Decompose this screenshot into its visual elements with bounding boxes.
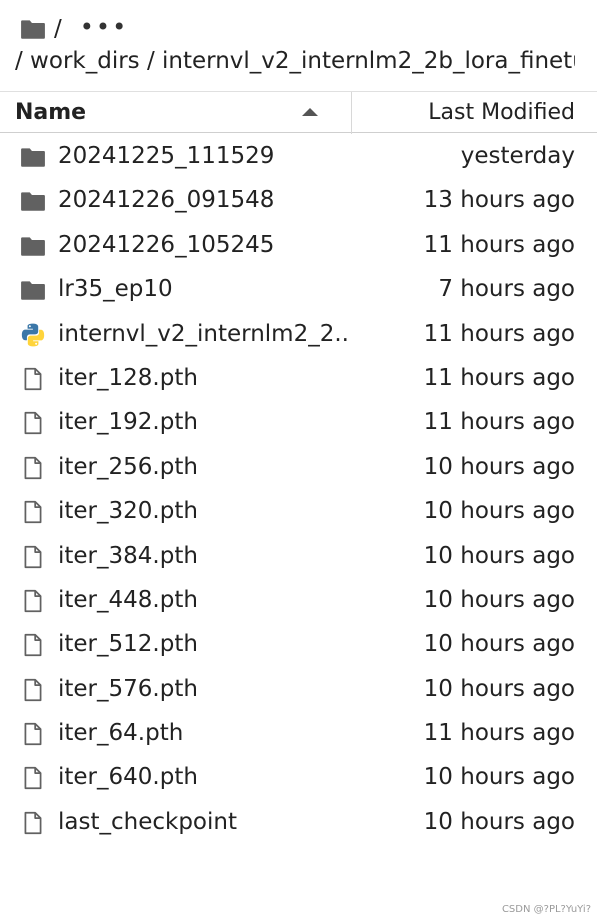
file-name: iter_640.pth [58, 764, 198, 791]
column-divider[interactable] [351, 92, 352, 134]
file-name: iter_320.pth [58, 498, 198, 525]
file-last-modified: 7 hours ago [438, 276, 575, 303]
file-last-modified: yesterday [460, 143, 575, 169]
file-last-modified: 10 hours ago [423, 453, 575, 480]
file-last-modified: 11 hours ago [423, 409, 575, 436]
python-file-icon [20, 322, 46, 348]
file-last-modified: 10 hours ago [423, 631, 575, 658]
file-name: iter_128.pth [58, 364, 198, 391]
file-row[interactable]: iter_448.pth 10 hours ago [0, 578, 597, 622]
file-last-modified: 10 hours ago [423, 808, 575, 835]
file-row[interactable]: iter_512.pth 10 hours ago [0, 622, 597, 666]
file-icon [20, 410, 46, 436]
file-name: iter_448.pth [58, 586, 198, 613]
file-name: lr35_ep10 [58, 276, 173, 303]
folder-icon[interactable] [20, 18, 46, 40]
file-icon [20, 765, 46, 791]
file-row[interactable]: iter_192.pth 11 hours ago [0, 400, 597, 444]
folder-icon [20, 144, 46, 170]
breadcrumb-bar: / ••• [20, 12, 128, 46]
folder-row[interactable]: 20241226_091548 13 hours ago [0, 178, 597, 222]
file-last-modified: 10 hours ago [423, 542, 575, 569]
file-last-modified: 13 hours ago [423, 187, 575, 214]
file-last-modified: 10 hours ago [423, 675, 575, 702]
file-name: 20241226_091548 [58, 187, 275, 214]
file-name: 20241225_111529 [58, 143, 275, 169]
file-name: iter_576.pth [58, 675, 198, 702]
file-row[interactable]: iter_576.pth 10 hours ago [0, 667, 597, 711]
file-row[interactable]: iter_320.pth 10 hours ago [0, 489, 597, 533]
file-last-modified: 10 hours ago [423, 498, 575, 525]
file-row[interactable]: iter_256.pth 10 hours ago [0, 445, 597, 489]
file-row[interactable]: iter_64.pth 11 hours ago [0, 711, 597, 755]
file-icon [20, 544, 46, 570]
file-last-modified: 11 hours ago [423, 320, 575, 347]
file-list-header: Name Last Modified [0, 91, 597, 134]
file-last-modified: 11 hours ago [423, 231, 575, 258]
folder-icon [20, 277, 46, 303]
file-icon [20, 721, 46, 747]
file-last-modified: 10 hours ago [423, 586, 575, 613]
breadcrumb-more-button[interactable]: ••• [80, 15, 128, 39]
file-name: iter_192.pth [58, 409, 198, 436]
file-row[interactable]: iter_640.pth 10 hours ago [0, 755, 597, 799]
file-icon [20, 366, 46, 392]
folder-row[interactable]: 20241225_111529 yesterday [0, 134, 597, 178]
folder-row[interactable]: 20241226_105245 11 hours ago [0, 223, 597, 267]
breadcrumb-path[interactable]: / work_dirs / internvl_v2_internlm2_2b_l… [15, 44, 575, 78]
file-icon [20, 677, 46, 703]
watermark: CSDN @?PL?YuYi? [501, 904, 591, 915]
file-last-modified: 11 hours ago [423, 720, 575, 747]
file-icon [20, 588, 46, 614]
file-name: iter_64.pth [58, 720, 184, 747]
file-last-modified: 11 hours ago [423, 364, 575, 391]
folder-row[interactable]: lr35_ep10 7 hours ago [0, 267, 597, 311]
file-name: internvl_v2_internlm2_2... [58, 320, 348, 347]
file-icon [20, 499, 46, 525]
file-row[interactable]: internvl_v2_internlm2_2... 11 hours ago [0, 312, 597, 356]
column-header-name[interactable]: Name [15, 92, 86, 134]
breadcrumb-root-separator[interactable]: / [54, 16, 62, 42]
file-name: 20241226_105245 [58, 231, 275, 258]
file-row[interactable]: iter_128.pth 11 hours ago [0, 356, 597, 400]
file-list: 20241225_111529 yesterday 20241226_091548… [0, 134, 597, 844]
file-icon [20, 455, 46, 481]
file-name: iter_512.pth [58, 631, 198, 658]
column-header-last-modified[interactable]: Last Modified [428, 92, 575, 134]
file-last-modified: 10 hours ago [423, 764, 575, 791]
file-name: iter_256.pth [58, 453, 198, 480]
file-icon [20, 810, 46, 836]
file-icon [20, 632, 46, 658]
folder-icon [20, 188, 46, 214]
sort-ascending-icon[interactable] [302, 108, 318, 116]
file-row[interactable]: last_checkpoint 10 hours ago [0, 800, 597, 844]
file-name: last_checkpoint [58, 808, 237, 835]
folder-icon [20, 233, 46, 259]
file-row[interactable]: iter_384.pth 10 hours ago [0, 534, 597, 578]
file-name: iter_384.pth [58, 542, 198, 569]
